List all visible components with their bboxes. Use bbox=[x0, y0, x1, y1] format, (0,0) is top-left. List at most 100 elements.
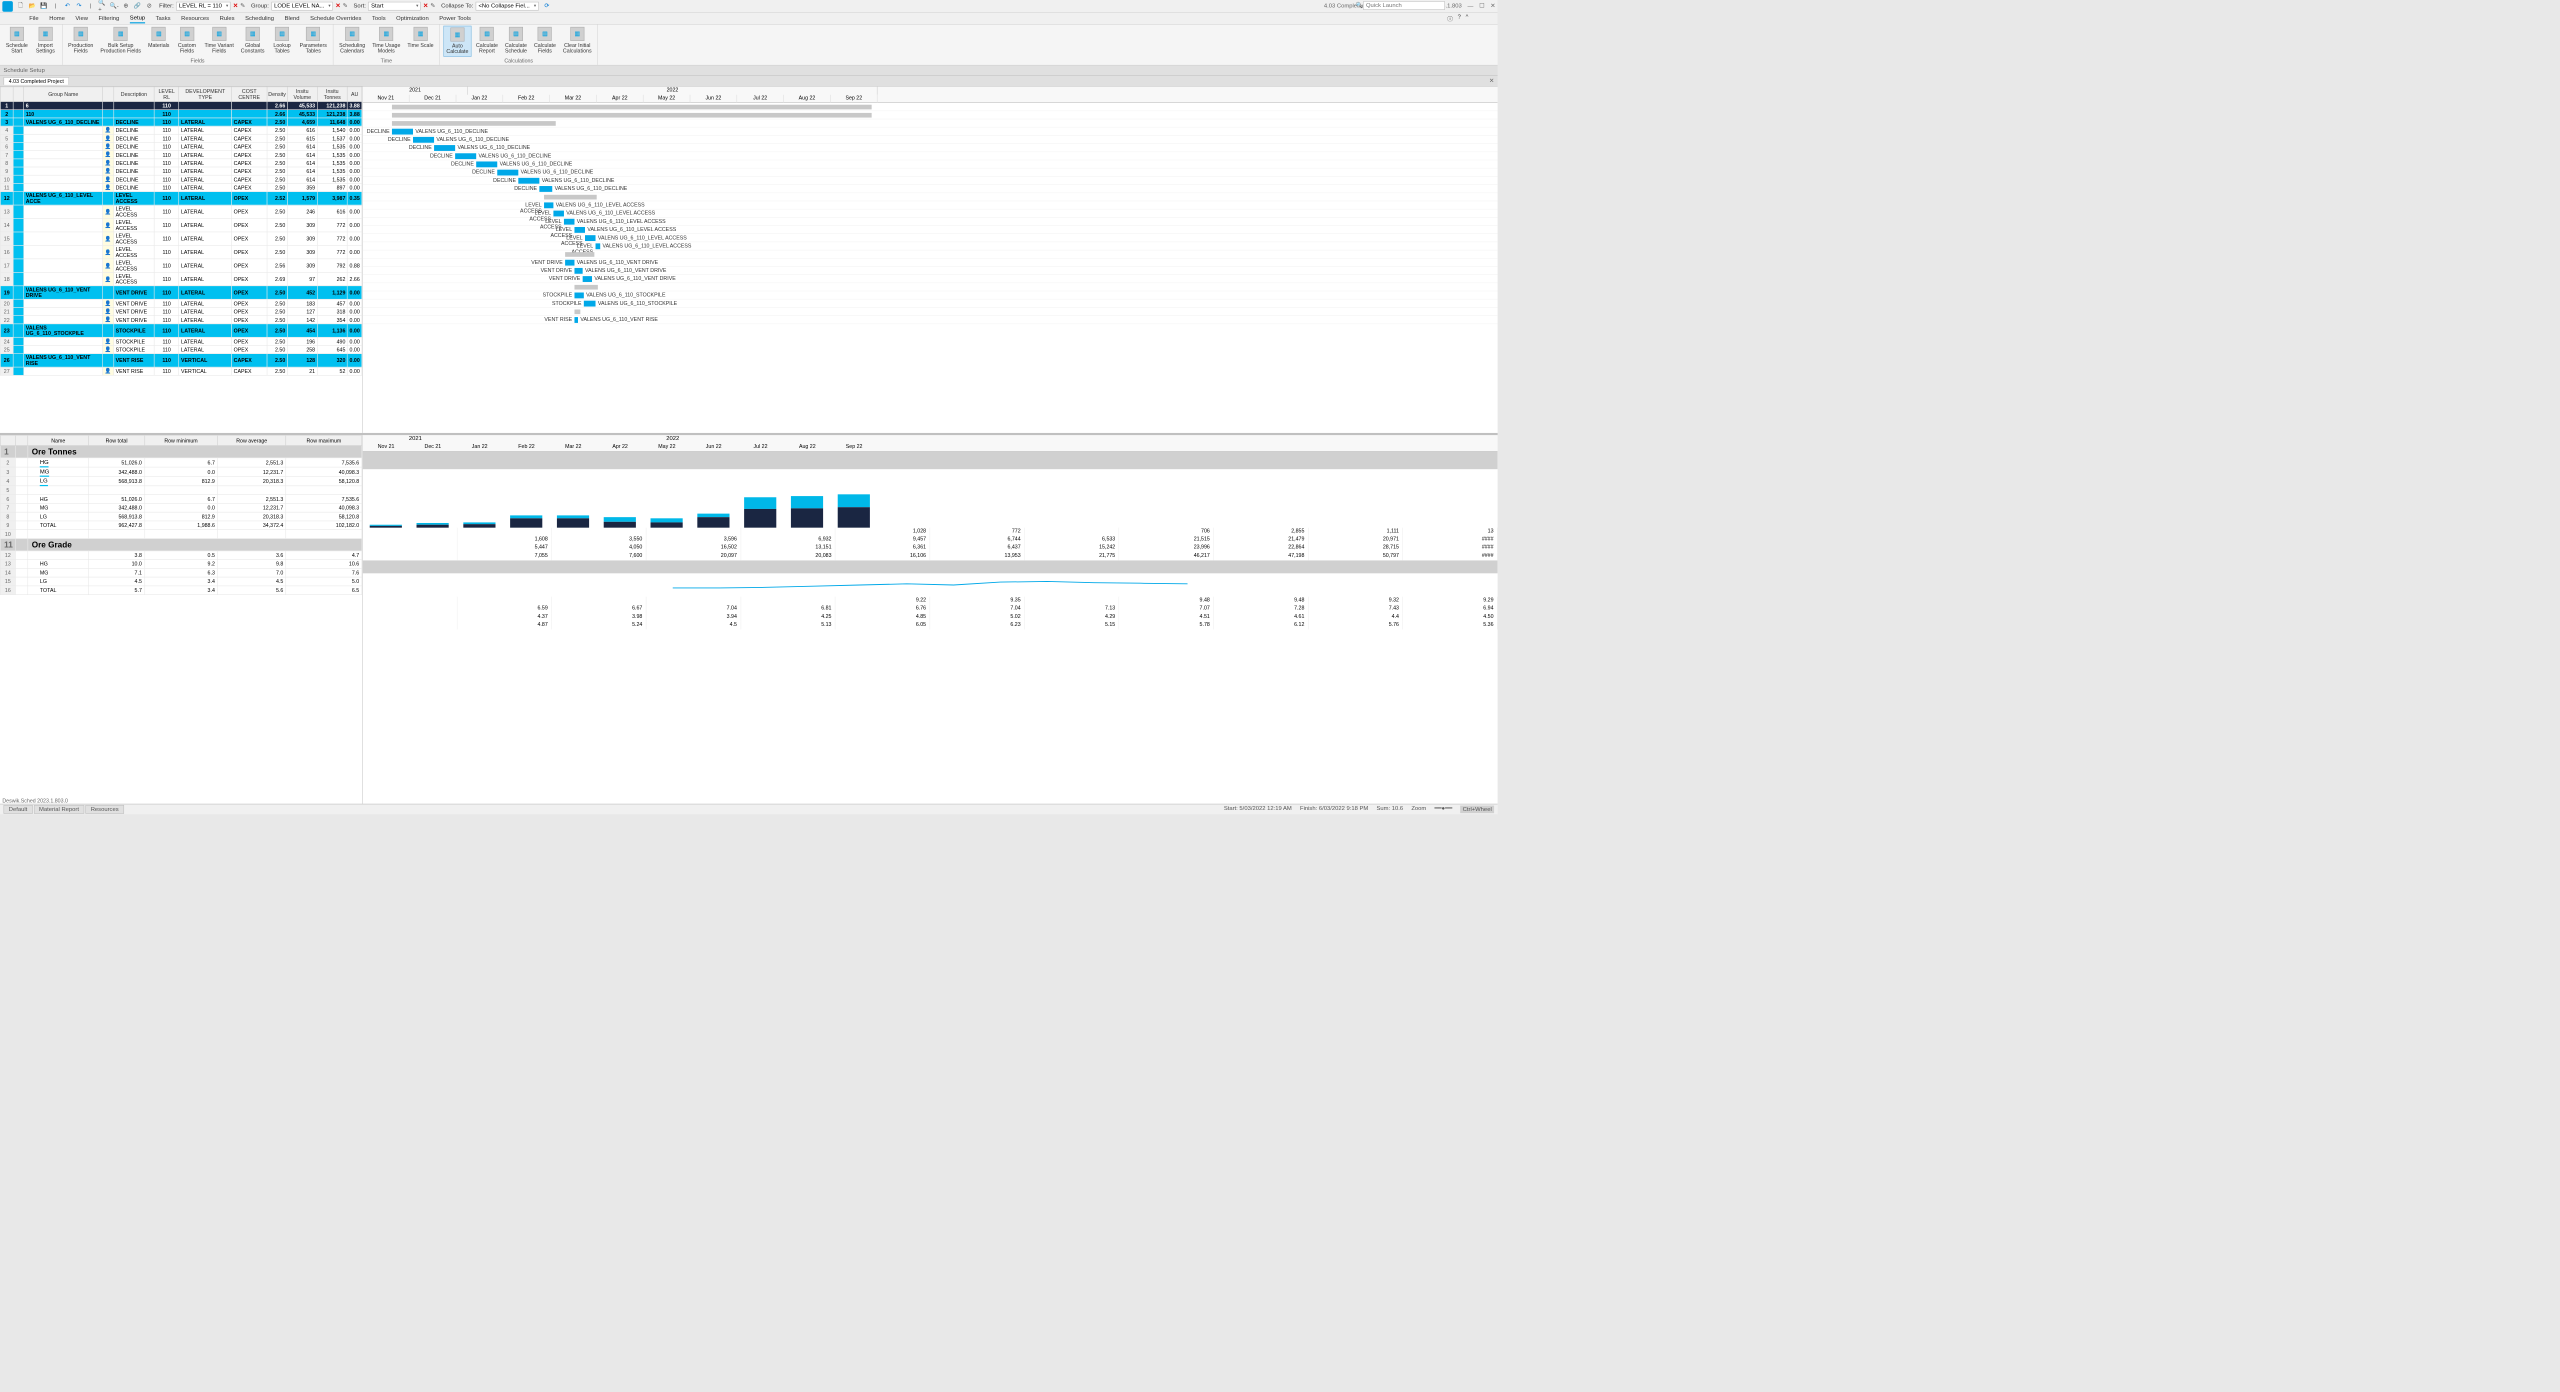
chart-bar[interactable] bbox=[791, 496, 823, 528]
grid-row[interactable]: 10👤DECLINE110LATERALCAPEX2.506141,5350.0… bbox=[0, 175, 362, 183]
grid-col-header[interactable]: Insitu Tonnes bbox=[317, 87, 347, 102]
chart-bar[interactable] bbox=[838, 494, 870, 527]
chart-bar[interactable] bbox=[604, 517, 636, 528]
gantt-row[interactable]: DECLINEVALENS UG_6_110_DECLINE bbox=[363, 144, 1498, 152]
gantt-row[interactable] bbox=[363, 119, 1498, 127]
close-button[interactable]: ✕ bbox=[1490, 3, 1495, 9]
scheduling-calendars-button[interactable]: ▦SchedulingCalendars bbox=[337, 26, 368, 57]
ribbon-tab-setup[interactable]: Setup bbox=[130, 13, 145, 23]
gantt-row[interactable]: STOCKPILEVALENS UG_6_110_STOCKPILE bbox=[363, 300, 1498, 308]
gantt-chart[interactable]: 20212022Nov 21Dec 21Jan 22Feb 22Mar 22Ap… bbox=[363, 87, 1498, 433]
grid-col-header[interactable]: Description bbox=[114, 87, 155, 102]
summary-bar[interactable] bbox=[392, 121, 556, 126]
gantt-row[interactable]: VENT DRIVEVALENS UG_6_110_VENT DRIVE bbox=[363, 259, 1498, 267]
chart-bar[interactable] bbox=[463, 522, 495, 527]
grid-row[interactable]: 25👤STOCKPILE110LATERALOPEX2.502586450.00 bbox=[0, 345, 362, 353]
gantt-row[interactable]: VENT DRIVEVALENS UG_6_110_VENT DRIVE bbox=[363, 275, 1498, 283]
summary-bar[interactable] bbox=[392, 105, 872, 110]
grid-col-header[interactable] bbox=[0, 87, 13, 102]
gantt-row[interactable]: DECLINEVALENS UG_6_110_DECLINE bbox=[363, 136, 1498, 144]
gantt-row[interactable]: DECLINEVALENS UG_6_110_DECLINE bbox=[363, 177, 1498, 185]
maximize-button[interactable]: ☐ bbox=[1479, 3, 1484, 9]
gantt-row[interactable]: LEVEL ACCESSVALENS UG_6_110_LEVEL ACCESS bbox=[363, 201, 1498, 209]
ribbon-tab-tasks[interactable]: Tasks bbox=[156, 14, 171, 23]
task-bar[interactable] bbox=[518, 178, 539, 184]
grid-col-header[interactable]: COST CENTRE bbox=[232, 87, 267, 102]
grid-row[interactable]: 16👤LEVEL ACCESS110LATERALOPEX2.503097720… bbox=[0, 245, 362, 258]
report-row[interactable]: 13HG10.09.29.810.6 bbox=[0, 560, 362, 569]
chart-bar[interactable] bbox=[744, 497, 776, 527]
task-bar[interactable] bbox=[497, 170, 518, 176]
filter-clear-icon[interactable]: ✕ bbox=[233, 3, 238, 9]
bulk-setup-production-fields-button[interactable]: ▦Bulk SetupProduction Fields bbox=[98, 26, 143, 57]
grid-row[interactable]: 20👤VENT DRIVE110LATERALOPEX2.501834570.0… bbox=[0, 299, 362, 307]
task-bar[interactable] bbox=[544, 202, 553, 208]
gantt-row[interactable]: DECLINEVALENS UG_6_110_DECLINE bbox=[363, 185, 1498, 193]
zoom-slider[interactable]: ━━●━━ bbox=[1434, 806, 1452, 814]
production-fields-button[interactable]: ▦ProductionFields bbox=[66, 26, 96, 57]
task-bar[interactable] bbox=[574, 317, 578, 323]
group-clear-icon[interactable]: ✕ bbox=[335, 3, 340, 9]
grid-row[interactable]: 17👤LEVEL ACCESS110LATERALOPEX2.563097920… bbox=[0, 259, 362, 272]
task-grid[interactable]: Group NameDescriptionLEVEL RLDEVELOPMENT… bbox=[0, 87, 363, 433]
report-col-header[interactable]: Row average bbox=[218, 436, 286, 446]
redo-icon[interactable]: ↷ bbox=[75, 2, 83, 10]
clear-initial-calculations-button[interactable]: ▦Clear InitialCalculations bbox=[561, 26, 594, 57]
report-col-header[interactable]: Row total bbox=[89, 436, 145, 446]
time-variant-fields-button[interactable]: ▦Time VariantFields bbox=[202, 26, 236, 57]
grid-row[interactable]: 8👤DECLINE110LATERALCAPEX2.506141,5350.00 bbox=[0, 159, 362, 167]
report-row[interactable]: 15LG4.53.44.55.0 bbox=[0, 577, 362, 586]
grid-row[interactable]: 11👤DECLINE110LATERALCAPEX2.503598970.00 bbox=[0, 183, 362, 191]
grid-row[interactable]: 26VALENS UG_6_110_VENT RISEVENT RISE110V… bbox=[0, 354, 362, 367]
task-bar[interactable] bbox=[434, 145, 455, 151]
help-icon[interactable]: ? bbox=[1458, 13, 1461, 24]
ribbon-tab-resources[interactable]: Resources bbox=[181, 14, 209, 23]
gantt-row[interactable] bbox=[363, 103, 1498, 111]
ribbon-tab-view[interactable]: View bbox=[75, 14, 88, 23]
gantt-row[interactable]: LEVEL ACCESSVALENS UG_6_110_LEVEL ACCESS bbox=[363, 209, 1498, 217]
grid-row[interactable]: 19VALENS UG_6_110_VENT DRIVEVENT DRIVE11… bbox=[0, 286, 362, 299]
refresh-icon[interactable]: ⟳ bbox=[544, 3, 549, 9]
grid-row[interactable]: 24👤STOCKPILE110LATERALOPEX2.501964900.00 bbox=[0, 337, 362, 345]
grid-row[interactable]: 15👤LEVEL ACCESS110LATERALOPEX2.503097720… bbox=[0, 232, 362, 245]
gantt-row[interactable]: VENT RISEVALENS UG_6_110_VENT RISE bbox=[363, 316, 1498, 324]
task-bar[interactable] bbox=[392, 129, 413, 135]
time-scale--button[interactable]: ▦Time Scale bbox=[405, 26, 436, 57]
ribbon-tab-blend[interactable]: Blend bbox=[285, 14, 300, 23]
grid-row[interactable]: 23VALENS UG_6_110_STOCKPILESTOCKPILE110L… bbox=[0, 324, 362, 337]
import-settings-button[interactable]: ▦ImportSettings bbox=[32, 26, 58, 63]
sort-clear-icon[interactable]: ✕ bbox=[423, 3, 428, 9]
report-col-header[interactable] bbox=[0, 436, 15, 446]
gantt-row[interactable]: DECLINEVALENS UG_6_110_DECLINE bbox=[363, 128, 1498, 136]
ribbon-tab-schedule-overrides[interactable]: Schedule Overrides bbox=[310, 14, 361, 23]
grid-col-header[interactable]: DEVELOPMENT TYPE bbox=[179, 87, 232, 102]
calculate-fields-button[interactable]: ▦CalculateFields bbox=[532, 26, 559, 57]
task-bar[interactable] bbox=[584, 301, 596, 307]
chart-bar[interactable] bbox=[697, 514, 729, 528]
time-usage-models-button[interactable]: ▦Time UsageModels bbox=[370, 26, 403, 57]
chart-bar[interactable] bbox=[417, 523, 449, 528]
gantt-row[interactable]: LEVEL ACCESSVALENS UG_6_110_LEVEL ACCESS bbox=[363, 242, 1498, 250]
auto-calculate-button[interactable]: ▦AutoCalculate bbox=[444, 26, 472, 57]
task-bar[interactable] bbox=[574, 268, 582, 274]
gantt-row[interactable]: LEVEL ACCESSVALENS UG_6_110_LEVEL ACCESS bbox=[363, 234, 1498, 242]
ribbon-tab-optimization[interactable]: Optimization bbox=[396, 14, 429, 23]
sort-combo[interactable]: Start bbox=[368, 2, 421, 11]
gantt-row[interactable]: DECLINEVALENS UG_6_110_DECLINE bbox=[363, 152, 1498, 160]
document-tab[interactable]: 4.03 Completed Project bbox=[4, 77, 70, 85]
grid-col-header[interactable]: AU bbox=[347, 87, 361, 102]
calculate-report-button[interactable]: ▦CalculateReport bbox=[474, 26, 501, 57]
task-bar[interactable] bbox=[574, 293, 583, 299]
report-row[interactable]: 2HG51,026.06.72,551.37,535.6 bbox=[0, 458, 362, 467]
report-row[interactable]: 10 bbox=[0, 530, 362, 539]
task-bar[interactable] bbox=[455, 153, 476, 159]
unlink-icon[interactable]: ⊘ bbox=[145, 2, 153, 10]
gantt-row[interactable] bbox=[363, 193, 1498, 201]
grid-col-header[interactable] bbox=[13, 87, 24, 102]
gantt-row[interactable]: LEVEL ACCESSVALENS UG_6_110_LEVEL ACCESS bbox=[363, 226, 1498, 234]
grid-row[interactable]: 27👤VENT RISE110VERTICALCAPEX2.5021520.00 bbox=[0, 367, 362, 375]
grid-row[interactable]: 22👤VENT DRIVE110LATERALOPEX2.501423540.0… bbox=[0, 316, 362, 324]
grid-row[interactable]: 18👤LEVEL ACCESS110LATERALOPEX2.69972622.… bbox=[0, 272, 362, 285]
group-combo[interactable]: LODE LEVEL NA... bbox=[271, 2, 333, 11]
report-chart-area[interactable]: 20212022Nov 21Dec 21Jan 22Feb 22Mar 22Ap… bbox=[363, 435, 1498, 813]
